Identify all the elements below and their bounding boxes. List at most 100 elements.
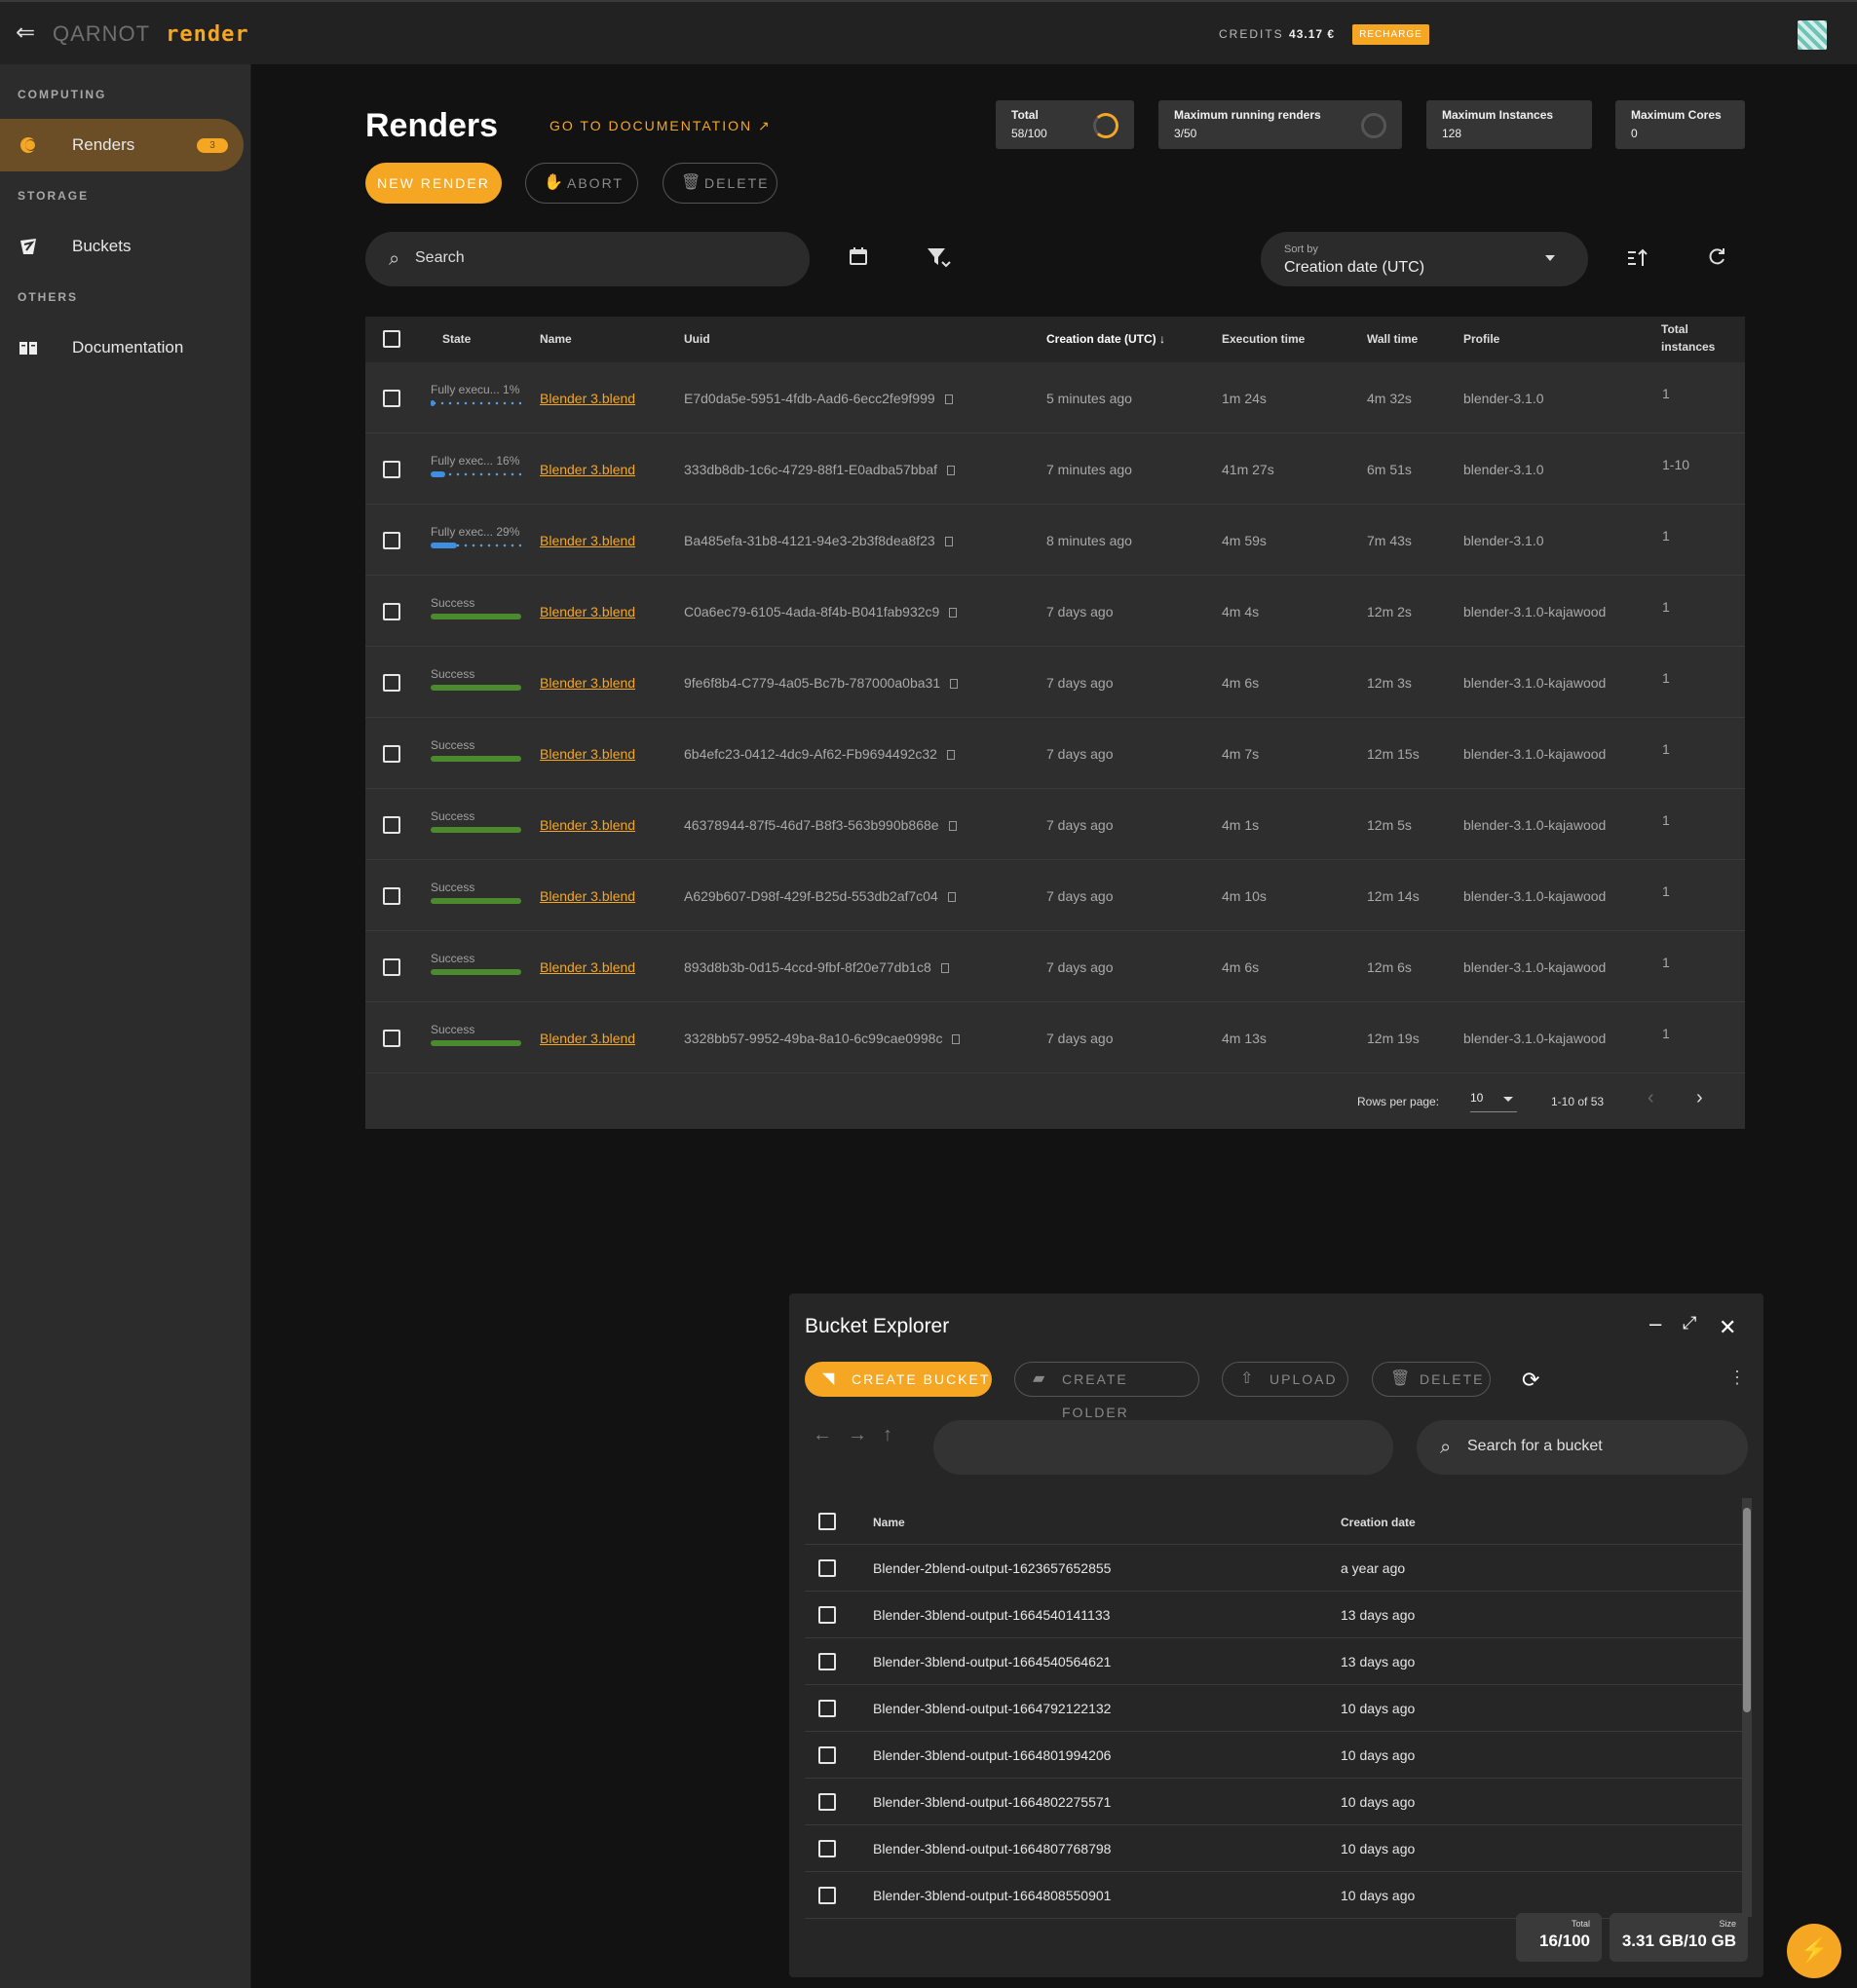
create-bucket-button[interactable]: ◥ CREATE BUCKET (805, 1362, 992, 1397)
row-name-link[interactable]: Blender 3.blend (540, 888, 635, 904)
row-checkbox[interactable] (383, 461, 400, 478)
row-checkbox[interactable] (383, 674, 400, 692)
up-arrow-icon[interactable]: ↑ (883, 1424, 892, 1446)
bucket-name[interactable]: Blender-3blend-output-1664808550901 (873, 1888, 1111, 1903)
sidebar-item-documentation[interactable]: Documentation (0, 321, 244, 374)
filter-icon[interactable] (926, 245, 951, 275)
header-creation-date[interactable]: Creation date (1341, 1516, 1416, 1529)
bucket-row[interactable]: Blender-3blend-output-1664802275571 10 da… (805, 1779, 1742, 1825)
calendar-icon[interactable] (848, 245, 869, 273)
bucket-name[interactable]: Blender-3blend-output-1664807768798 (873, 1841, 1111, 1857)
header-name[interactable]: Name (873, 1516, 905, 1529)
forward-arrow-icon[interactable]: → (848, 1424, 867, 1446)
row-name-link[interactable]: Blender 3.blend (540, 675, 635, 691)
select-all-checkbox[interactable] (383, 330, 400, 348)
copy-icon[interactable] (950, 679, 959, 690)
row-checkbox[interactable] (383, 887, 400, 905)
upload-button[interactable]: ⇧ UPLOAD (1222, 1362, 1348, 1397)
new-render-button[interactable]: NEW RENDER (365, 163, 502, 204)
copy-icon[interactable] (944, 394, 953, 405)
copy-icon[interactable] (944, 537, 953, 547)
row-name-link[interactable]: Blender 3.blend (540, 959, 635, 975)
copy-icon[interactable] (947, 892, 956, 903)
copy-icon[interactable] (952, 1034, 961, 1045)
delete-button[interactable]: 🗑 DELETE (663, 163, 777, 204)
recharge-button[interactable]: RECHARGE (1352, 24, 1429, 45)
table-row[interactable]: Success Blender 3.blend C0a6ec79-6105-4ada… (365, 576, 1745, 647)
table-row[interactable]: Success Blender 3.blend 3328bb57-9952-49ba… (365, 1002, 1745, 1073)
table-row[interactable]: Success Blender 3.blend 6b4efc23-0412-4dc9… (365, 718, 1745, 789)
bucket-search-bar[interactable]: ⌕ Search for a bucket (1417, 1420, 1748, 1475)
table-row[interactable]: Fully exec... 16% Blender 3.blend 333db8db… (365, 433, 1745, 505)
header-execution-time[interactable]: Execution time (1222, 332, 1305, 346)
bucket-row-checkbox[interactable] (818, 1840, 836, 1857)
copy-icon[interactable] (949, 608, 958, 619)
copy-icon[interactable] (946, 750, 955, 761)
bucket-scrollbar[interactable] (1742, 1498, 1752, 1917)
table-row[interactable]: Success Blender 3.blend A629b607-D98f-429f… (365, 860, 1745, 931)
next-page-icon[interactable]: › (1696, 1087, 1703, 1109)
header-profile[interactable]: Profile (1463, 332, 1499, 346)
copy-icon[interactable] (948, 821, 957, 832)
bucket-row[interactable]: Blender-3blend-output-1664807768798 10 da… (805, 1825, 1742, 1872)
search-input[interactable]: Search (415, 249, 465, 267)
header-creation-date[interactable]: Creation date (UTC) ↓ (1046, 332, 1165, 346)
sidebar-item-buckets[interactable]: Buckets (0, 220, 244, 273)
brand-logo[interactable]: QARNOT render (53, 21, 249, 47)
table-row[interactable]: Fully execu... 1% Blender 3.blend E7d0da5e… (365, 362, 1745, 433)
row-checkbox[interactable] (383, 745, 400, 763)
bucket-row-checkbox[interactable] (818, 1793, 836, 1811)
table-row[interactable]: Success Blender 3.blend 893d8b3b-0d15-4ccd… (365, 931, 1745, 1002)
bucket-name[interactable]: Blender-3blend-output-1664792122132 (873, 1701, 1111, 1716)
bucket-row-checkbox[interactable] (818, 1559, 836, 1577)
path-input[interactable] (933, 1420, 1393, 1475)
back-arrow-icon[interactable]: ← (813, 1424, 832, 1446)
row-checkbox[interactable] (383, 603, 400, 620)
copy-icon[interactable] (940, 963, 949, 974)
bucket-row-checkbox[interactable] (818, 1653, 836, 1670)
table-row[interactable]: Success Blender 3.blend 46378944-87f5-46d7… (365, 789, 1745, 860)
header-wall-time[interactable]: Wall time (1367, 332, 1418, 346)
row-checkbox[interactable] (383, 958, 400, 976)
bucket-row-checkbox[interactable] (818, 1887, 836, 1904)
refresh-icon[interactable] (1706, 246, 1727, 274)
row-checkbox[interactable] (383, 816, 400, 834)
scrollbar-thumb[interactable] (1743, 1508, 1751, 1712)
bucket-row-checkbox[interactable] (818, 1746, 836, 1764)
create-folder-button[interactable]: ▰ CREATE FOLDER (1014, 1362, 1199, 1420)
select-all-buckets-checkbox[interactable] (818, 1513, 836, 1530)
row-checkbox[interactable] (383, 532, 400, 549)
row-name-link[interactable]: Blender 3.blend (540, 533, 635, 548)
row-name-link[interactable]: Blender 3.blend (540, 817, 635, 833)
sort-by-select[interactable]: Sort by Creation date (UTC) (1261, 232, 1588, 286)
bucket-row[interactable]: Blender-3blend-output-1664540141133 13 da… (805, 1592, 1742, 1638)
row-checkbox[interactable] (383, 1030, 400, 1047)
row-checkbox[interactable] (383, 390, 400, 407)
bucket-name[interactable]: Blender-3blend-output-1664540564621 (873, 1654, 1111, 1669)
bucket-row-checkbox[interactable] (818, 1700, 836, 1717)
search-bar[interactable]: ⌕ Search (365, 232, 810, 286)
row-name-link[interactable]: Blender 3.blend (540, 604, 635, 619)
row-name-link[interactable]: Blender 3.blend (540, 746, 635, 762)
row-name-link[interactable]: Blender 3.blend (540, 391, 635, 406)
refresh-icon[interactable]: ⟳ (1522, 1368, 1539, 1393)
sort-direction-icon[interactable] (1626, 246, 1649, 276)
row-name-link[interactable]: Blender 3.blend (540, 462, 635, 477)
bucket-row[interactable]: Blender-3blend-output-1664808550901 10 da… (805, 1872, 1742, 1919)
minimize-icon[interactable]: – (1649, 1311, 1661, 1336)
bucket-row[interactable]: Blender-2blend-output-1623657652855 a yea… (805, 1545, 1742, 1592)
bucket-name[interactable]: Blender-3blend-output-1664801994206 (873, 1747, 1111, 1763)
sidebar-item-renders[interactable]: Renders 3 (0, 119, 244, 171)
close-icon[interactable]: ✕ (1719, 1315, 1736, 1340)
copy-icon[interactable] (947, 466, 955, 476)
delete-bucket-button[interactable]: 🗑 DELETE (1372, 1362, 1491, 1397)
previous-page-icon[interactable]: ‹ (1648, 1087, 1654, 1109)
bucket-row[interactable]: Blender-3blend-output-1664801994206 10 da… (805, 1732, 1742, 1779)
abort-button[interactable]: ✋ ABORT (525, 163, 638, 204)
lightning-action-button[interactable]: ⚡ (1787, 1924, 1841, 1978)
collapse-menu-icon[interactable]: ⇐ (16, 21, 41, 45)
bucket-name[interactable]: Blender-2blend-output-1623657652855 (873, 1560, 1111, 1576)
bucket-row[interactable]: Blender-3blend-output-1664540564621 13 da… (805, 1638, 1742, 1685)
more-options-icon[interactable]: ⋮ (1728, 1368, 1746, 1388)
rows-per-page-select[interactable]: 10 (1470, 1091, 1517, 1112)
